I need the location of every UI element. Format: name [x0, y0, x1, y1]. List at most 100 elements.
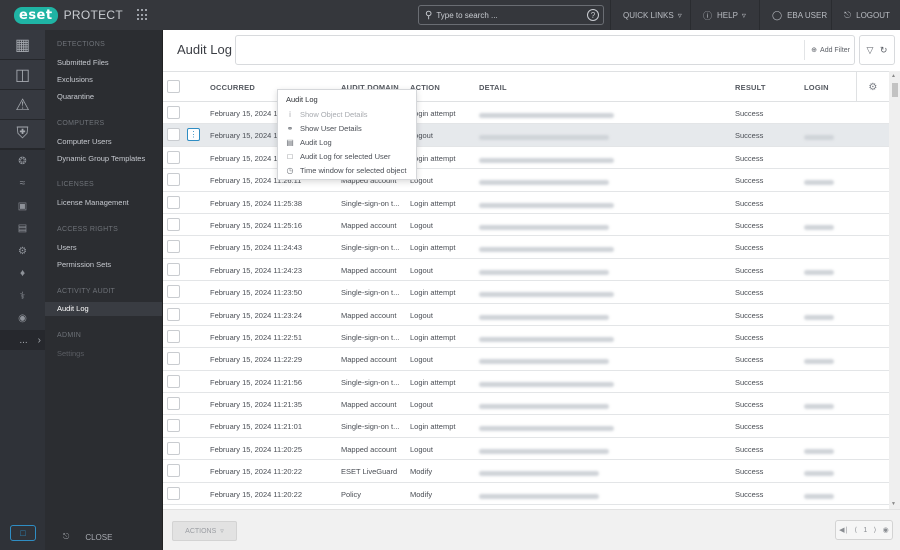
row-checkbox[interactable] [167, 150, 180, 164]
prev-page-icon[interactable]: ⟨ [854, 526, 857, 534]
next-page-icon[interactable]: ⟩ [874, 526, 877, 534]
dashboard-icon[interactable]: ▦ [0, 30, 45, 60]
menu-item-exclusions[interactable]: Exclusions [57, 75, 93, 84]
menu-item-users[interactable]: Users [57, 243, 77, 252]
table-row[interactable]: February 15, 2024 11:26:11 Mapped account… [163, 169, 889, 192]
menu-item-submitted-files[interactable]: Submitted Files [57, 58, 109, 67]
table-row[interactable]: February 15, 2024 11:20:25 Mapped account… [163, 438, 889, 461]
more-dots: ... [19, 334, 28, 346]
cell-login-redacted [804, 402, 834, 411]
refresh-icon[interactable]: ↻ [880, 45, 888, 56]
table-row[interactable]: February 15, 2024 11:23:50 Single-sign-on… [163, 281, 889, 304]
row-checkbox[interactable] [167, 262, 180, 276]
row-checkbox[interactable] [167, 240, 180, 254]
row-checkbox[interactable] [167, 285, 180, 299]
table-row[interactable]: ⋮ February 15, 2024 1 Logout Success [163, 124, 889, 147]
status-overview-icon[interactable]: ⚕ [0, 285, 45, 308]
page-settings-icon[interactable]: ◉ [883, 526, 889, 534]
scroll-down-icon[interactable]: ▼ [891, 501, 896, 507]
filter-icon[interactable]: ▽ [867, 45, 874, 56]
notifications-icon[interactable]: ♦ [0, 263, 45, 286]
tasks-icon[interactable]: ▣ [0, 195, 45, 218]
menu-time-window[interactable]: ◷ Time window for selected object [286, 166, 407, 175]
scroll-up-icon[interactable]: ▲ [891, 73, 896, 79]
table-row[interactable]: February 15, 2024 11 Login attempt Success [163, 147, 889, 170]
computers-icon[interactable]: ◫ [0, 60, 45, 90]
table-row[interactable]: February 15, 2024 11:22:51 Single-sign-on… [163, 326, 889, 349]
quick-links-button[interactable]: QUICK LINKS ▿ [610, 0, 694, 30]
table-row[interactable]: February 15, 2024 11:22:29 Mapped account… [163, 348, 889, 371]
cell-occurred: February 15, 2024 11:22:29 [210, 355, 303, 365]
row-checkbox[interactable] [167, 464, 180, 478]
select-all-checkbox[interactable] [167, 80, 180, 93]
column-result[interactable]: RESULT [735, 83, 766, 92]
cell-result: Success [735, 489, 764, 499]
eset-logo[interactable]: eset PROTECT [14, 6, 123, 24]
table-row[interactable]: February 15, 2024 11: Login attempt Succes… [163, 102, 889, 125]
table-row[interactable]: February 15, 2024 11:25:38 Single-sign-on… [163, 192, 889, 214]
logout-button[interactable]: ⎋ LOGOUT [831, 0, 900, 30]
user-button[interactable]: ◯ EBA USER [759, 0, 839, 30]
menu-audit-log[interactable]: ▤ Audit Log [286, 138, 331, 147]
user-icon: ◯ [772, 9, 783, 20]
row-checkbox[interactable] [167, 374, 180, 388]
vertical-scrollbar[interactable]: ▲ ▼ [889, 71, 900, 509]
table-row[interactable]: February 15, 2024 11:21:01 Single-sign-on… [163, 415, 889, 438]
row-checkbox[interactable] [167, 173, 180, 187]
table-row[interactable]: February 15, 2024 11:23:24 Mapped account… [163, 304, 889, 326]
table-row[interactable]: February 15, 2024 11:21:56 Single-sign-on… [163, 371, 889, 394]
menu-item-quarantine[interactable]: Quarantine [57, 92, 94, 101]
menu-audit-log-selected-user[interactable]: □ Audit Log for selected User [286, 152, 391, 161]
table-row[interactable]: February 15, 2024 11:25:16 Mapped account… [163, 214, 889, 237]
first-page-icon[interactable]: ◀∣ [839, 526, 848, 534]
table-row[interactable]: February 15, 2024 11:24:43 Single-sign-on… [163, 236, 889, 259]
table-row[interactable]: February 15, 2024 11:21:35 Mapped account… [163, 393, 889, 416]
installers-icon[interactable]: ▤ [0, 218, 45, 241]
reports-icon[interactable]: ≈ [0, 173, 45, 196]
menu-item-settings[interactable]: Settings [57, 349, 84, 358]
row-checkbox[interactable] [167, 441, 180, 455]
column-occurred[interactable]: OCCURRED [210, 83, 255, 92]
detections-icon[interactable]: ⚠ [0, 90, 45, 120]
row-checkbox[interactable] [167, 352, 180, 366]
search-input[interactable]: ⚲ Type to search ... ? [418, 5, 604, 25]
actions-button[interactable]: ACTIONS ▿ [172, 521, 237, 541]
menu-item-permission-sets[interactable]: Permission Sets [57, 260, 111, 269]
filter-input[interactable]: ⊕ Add Filter [235, 35, 855, 65]
help-button[interactable]: ⓘ HELP ▿ [690, 0, 758, 30]
row-checkbox[interactable] [167, 106, 180, 119]
row-checkbox[interactable] [167, 419, 180, 433]
more-button[interactable]: ... › [0, 330, 45, 350]
row-checkbox[interactable] [167, 486, 180, 500]
row-checkbox[interactable] [167, 307, 180, 321]
column-login[interactable]: LOGIN [804, 83, 829, 92]
table-row[interactable]: February 15, 2024 11:24:23 Mapped account… [163, 259, 889, 282]
row-checkbox[interactable] [167, 397, 180, 411]
cell-action: Login attempt [410, 243, 456, 253]
add-filter-button[interactable]: ⊕ Add Filter [804, 40, 854, 60]
menu-item-dynamic-group-templates[interactable]: Dynamic Group Templates [57, 154, 145, 163]
protections-icon[interactable]: ⛨ [0, 120, 45, 150]
row-actions-kebab-icon[interactable]: ⋮ [187, 128, 200, 142]
apps-grid-icon[interactable] [137, 9, 149, 21]
close-menu-button[interactable]: ⎋ CLOSE [63, 532, 112, 542]
more-settings-icon[interactable]: ◉ [0, 308, 45, 331]
scrollbar-thumb[interactable] [892, 83, 898, 97]
status-icon[interactable]: ❂ [0, 150, 45, 173]
row-checkbox[interactable] [167, 128, 180, 142]
help-circle-icon[interactable]: ? [587, 9, 599, 21]
table-row[interactable]: February 15, 2024 11:20:22 Policy Modify Su… [163, 483, 889, 506]
column-settings-gear-icon[interactable]: ⚙ [856, 72, 889, 102]
table-row[interactable]: February 15, 2024 11:20:22 ESET LiveGuard… [163, 460, 889, 483]
menu-show-object-details[interactable]: i Show Object Details [286, 110, 367, 119]
feedback-chat-icon[interactable]: □ [10, 525, 36, 541]
row-checkbox[interactable] [167, 217, 180, 231]
menu-item-computer-users[interactable]: Computer Users [57, 137, 112, 146]
menu-item-audit-log[interactable]: Audit Log [45, 302, 162, 316]
column-detail[interactable]: DETAIL [479, 83, 507, 92]
policies-icon[interactable]: ⚙ [0, 240, 45, 263]
row-checkbox[interactable] [167, 195, 180, 209]
menu-item-license-management[interactable]: License Management [57, 198, 129, 207]
menu-show-user-details[interactable]: ⚭ Show User Details [286, 124, 362, 133]
row-checkbox[interactable] [167, 329, 180, 343]
